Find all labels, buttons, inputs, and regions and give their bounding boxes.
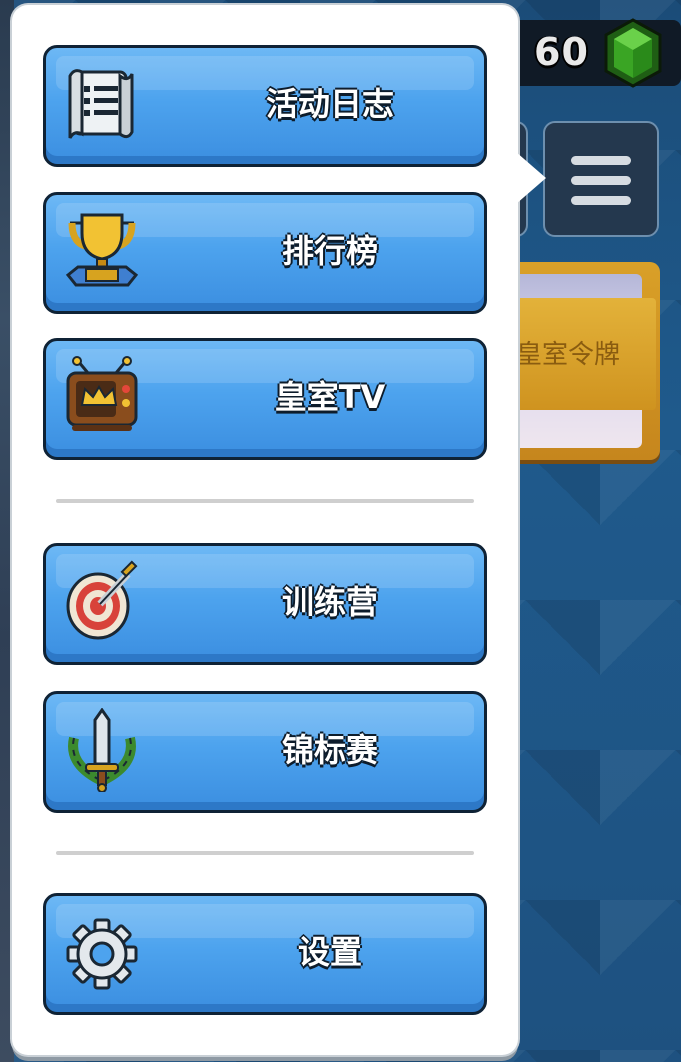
menu-item-label: 排行榜 [281, 232, 378, 270]
menu-item-tournaments[interactable]: 锦标赛 [43, 691, 487, 813]
gear-icon [66, 918, 138, 990]
tv-icon [66, 356, 138, 431]
menu-item-settings[interactable]: 设置 [43, 893, 487, 1015]
gem-count: 60 [534, 30, 589, 74]
target-sword-icon [66, 560, 138, 640]
menu-item-label: 锦标赛 [281, 731, 378, 769]
hamburger-bar [571, 196, 631, 205]
menu-item-royale-tv[interactable]: 皇室TV [43, 338, 487, 460]
popup-pointer [516, 152, 546, 204]
hamburger-menu-icon [571, 156, 631, 165]
menu-item-label: 设置 [297, 933, 362, 971]
menu-item-label: 活动日志 [265, 85, 394, 123]
scroll-icon [68, 69, 134, 139]
royal-pass-label: 皇室令牌 [516, 340, 621, 370]
menu-item-label: 皇室TV [274, 378, 386, 416]
laurel-sword-icon [68, 708, 136, 792]
menu-item-activity-log[interactable]: 活动日志 [43, 45, 487, 167]
hamburger-bar [571, 176, 631, 185]
menu-item-leaderboard[interactable]: 排行榜 [43, 192, 487, 314]
menu-item-label: 训练营 [281, 583, 378, 621]
menu-divider [56, 499, 474, 503]
menu-item-training-camp[interactable]: 训练营 [43, 543, 487, 665]
trophy-icon [65, 213, 139, 287]
menu-divider [56, 851, 474, 855]
green-gem-icon[interactable] [602, 18, 664, 88]
hamburger-menu-button[interactable] [543, 121, 659, 237]
